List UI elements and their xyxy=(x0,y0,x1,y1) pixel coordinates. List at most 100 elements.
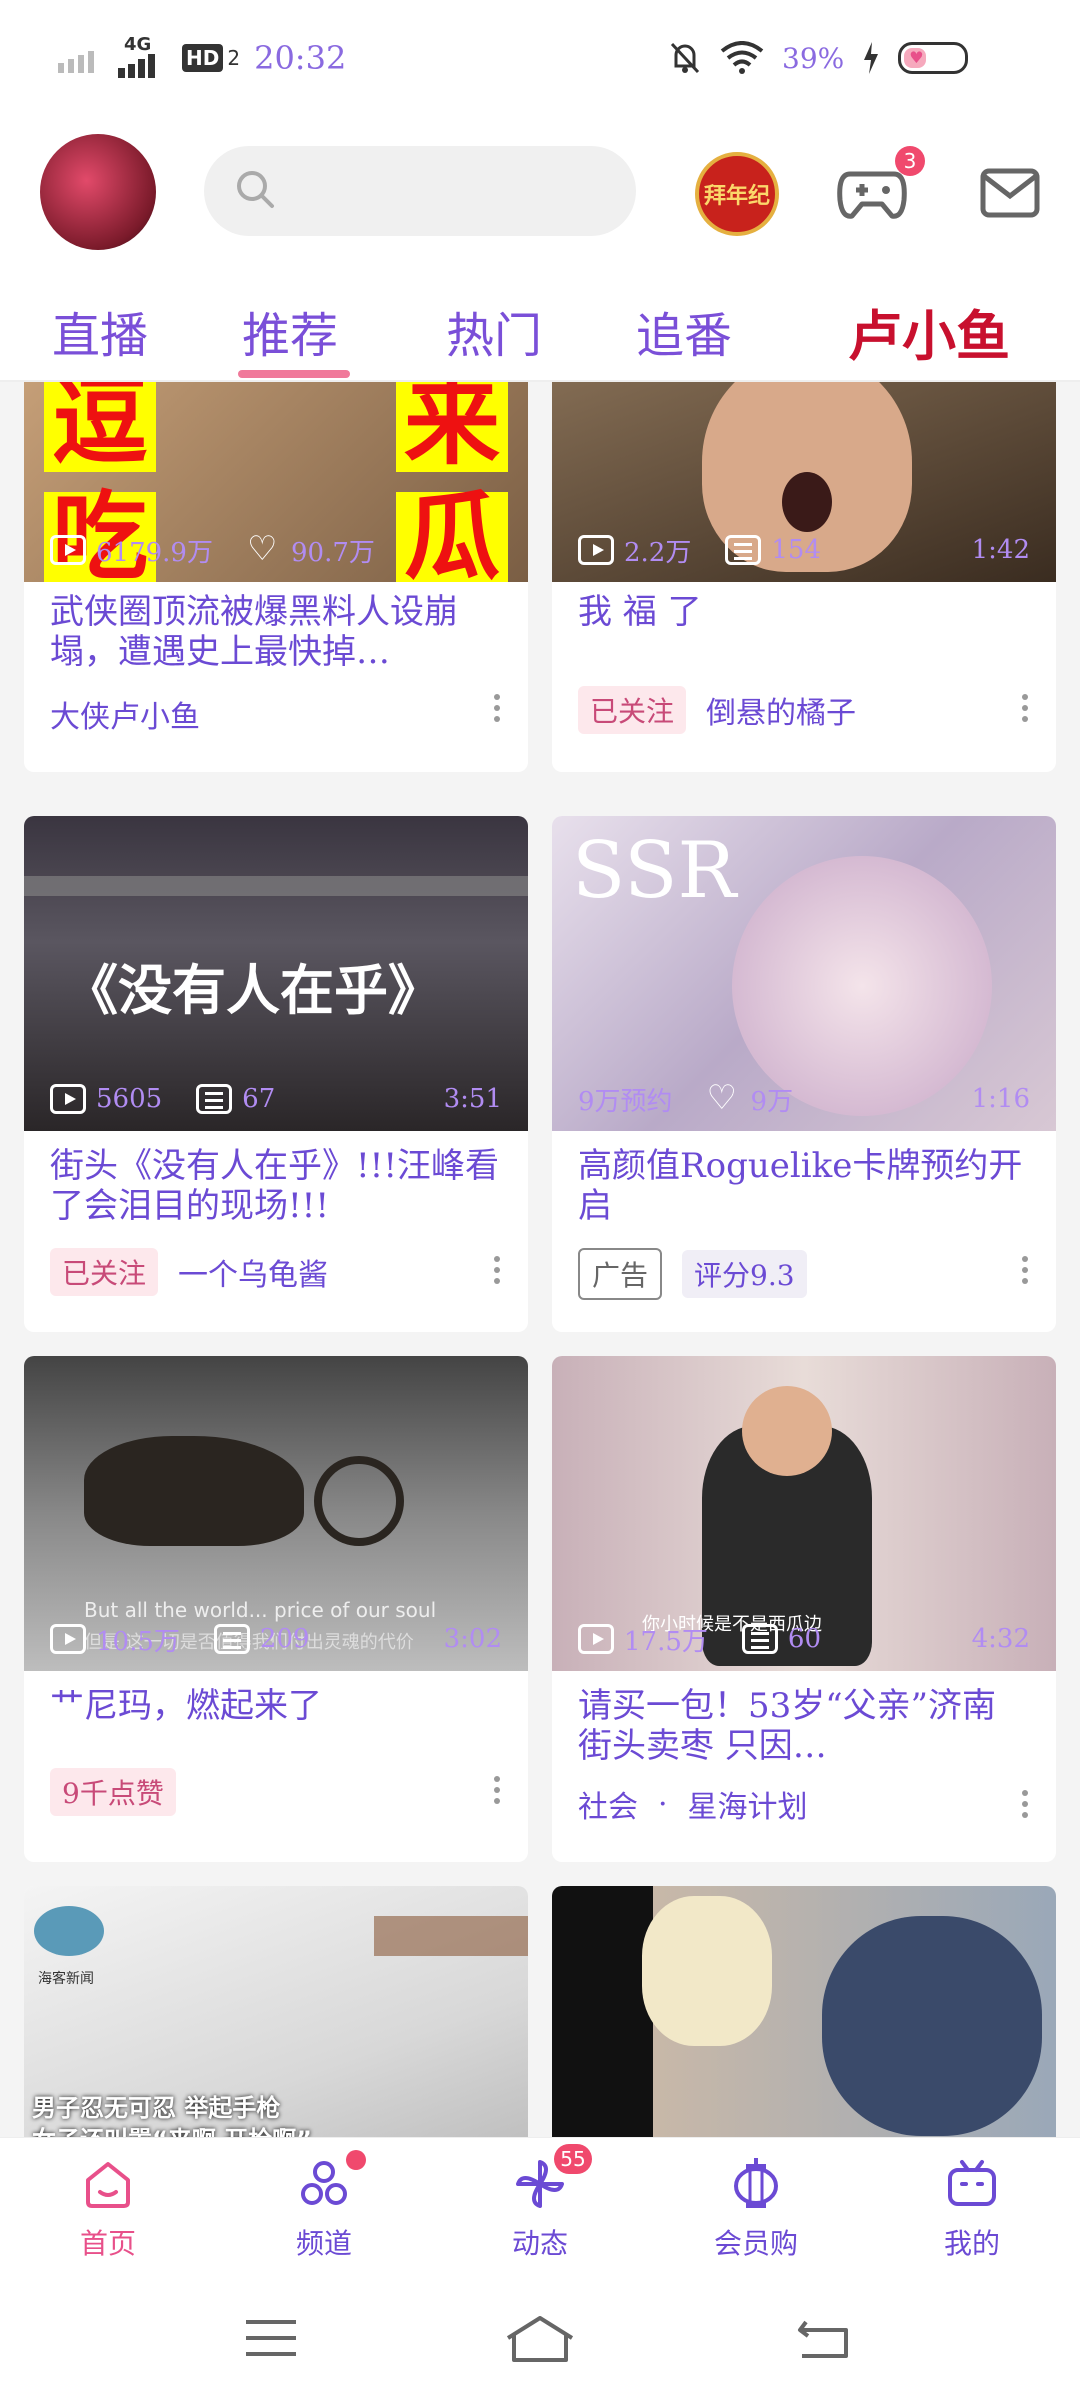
nav-dynamic[interactable]: 动态 55 xyxy=(470,2144,610,2262)
like-count: 90.7万 xyxy=(290,537,375,568)
tab-anime[interactable]: 追番 xyxy=(636,296,732,366)
nav-member-shop[interactable]: 会员购 xyxy=(686,2156,826,2262)
home-nav-icon[interactable] xyxy=(504,2316,576,2362)
new-year-gala-button[interactable]: 拜年纪 xyxy=(695,152,779,236)
thumbnail-stats: 6179.9万 ♡ 90.7万 xyxy=(24,518,528,582)
followed-tag: 已关注 xyxy=(578,686,687,734)
play-count: 2.2万 xyxy=(624,537,692,568)
video-title[interactable]: 我 福 了 xyxy=(578,592,1028,632)
status-right: 39% ♥ xyxy=(668,40,969,76)
more-options-icon[interactable] xyxy=(1022,1790,1030,1820)
thumbnail-cartoon-cat xyxy=(822,1916,1042,2136)
back-icon[interactable] xyxy=(796,2316,852,2360)
video-card[interactable]: 你小时候是不是西瓜边 17.5万 60 4:32 请买一包！53岁“父亲”济南街… xyxy=(552,1356,1056,1862)
video-card[interactable]: 《没有人在乎》 5605 67 3:51 街头《没有人在乎》!!!汪峰看了会泪目… xyxy=(24,816,528,1332)
category-label[interactable]: 社会 xyxy=(578,1782,638,1826)
likes-tag: 9千点赞 xyxy=(50,1768,176,1816)
danmaku-icon xyxy=(741,1624,778,1654)
danmaku-count: 67 xyxy=(242,1084,276,1114)
thumbnail-caption: 女子还叫嚣“来啊 开枪啊” xyxy=(32,2120,312,2137)
play-count: 10.5万 xyxy=(96,1626,180,1657)
thumbnail-stats: 5605 67 3:51 xyxy=(24,1067,528,1131)
signal-weak-icon xyxy=(58,51,94,73)
danmaku-count: 60 xyxy=(787,1624,821,1654)
category-tabs: 直播 推荐 热门 追番 卢小鱼 xyxy=(0,262,1080,382)
search-icon xyxy=(237,171,274,208)
video-duration: 3:51 xyxy=(443,1084,502,1114)
video-thumbnail: 逗 来 吃 瓜 6179.9万 ♡ 90.7万 xyxy=(24,382,528,585)
uploader-name[interactable]: 大侠卢小鱼 xyxy=(50,692,200,736)
separator-dot: · xyxy=(658,1786,668,1822)
thumbnail-stats: 17.5万 60 4:32 xyxy=(552,1607,1056,1671)
ad-tag: 广告 xyxy=(578,1248,663,1300)
like-icon: ♡ xyxy=(246,529,278,569)
play-count-icon xyxy=(50,535,86,565)
lantern-icon xyxy=(734,2158,778,2208)
uploader-name[interactable]: 星海计划 xyxy=(688,1782,808,1826)
tab-recommend[interactable]: 推荐 xyxy=(242,296,338,366)
more-options-icon[interactable] xyxy=(494,694,502,724)
tab-live[interactable]: 直播 xyxy=(52,296,148,366)
card-footer: 社会 · 星海计划 xyxy=(578,1782,808,1826)
ad-title[interactable]: 高颜值Roguelike卡牌预约开启 xyxy=(578,1146,1028,1226)
news-logo-icon xyxy=(34,1906,104,1956)
new-year-label: 拜年纪 xyxy=(703,184,770,209)
play-count-icon xyxy=(578,1624,614,1654)
nav-mine-label: 我的 xyxy=(943,2227,1000,2260)
video-title[interactable]: 请买一包！53岁“父亲”济南街头卖枣 只因… xyxy=(578,1686,1028,1766)
status-left: 4G HD 2 20:32 xyxy=(58,34,346,78)
channels-icon xyxy=(301,2161,347,2205)
tab-brand[interactable]: 卢小鱼 xyxy=(848,292,1010,371)
card-footer: 已关注 一个乌龟酱 xyxy=(50,1248,328,1296)
danmaku-count: 209 xyxy=(259,1624,310,1654)
video-card[interactable]: 海客新闻 男子忍无可忍 举起手枪 女子还叫嚣“来啊 开枪啊” xyxy=(24,1886,528,2137)
nav-mine[interactable]: 我的 xyxy=(902,2156,1042,2262)
video-card[interactable]: 逗 来 吃 瓜 6179.9万 ♡ 90.7万 武侠圈顶流被爆黑料人设崩塌，遭遇… xyxy=(24,382,528,772)
tab-hot[interactable]: 热门 xyxy=(446,296,542,366)
nav-home[interactable]: 首页 xyxy=(38,2156,178,2262)
search-input[interactable] xyxy=(204,146,636,236)
tab-indicator xyxy=(238,370,350,378)
like-icon: ♡ xyxy=(706,1078,738,1118)
thumbnail-wheel xyxy=(314,1456,404,1546)
video-thumbnail xyxy=(552,1886,1056,2137)
thumbnail-text: 《没有人在乎》 xyxy=(64,958,442,1022)
video-title[interactable]: 街头《没有人在乎》!!!汪峰看了会泪目的现场!!! xyxy=(50,1146,500,1226)
menu-icon[interactable] xyxy=(244,2316,298,2360)
video-title[interactable]: 武侠圈顶流被爆黑料人设崩塌，遭遇史上最快掉… xyxy=(50,592,500,672)
video-title[interactable]: 艹尼玛，燃起来了 xyxy=(50,1686,500,1726)
play-count: 17.5万 xyxy=(624,1626,708,1657)
thumbnail-text: SSR xyxy=(572,826,737,916)
rating-tag: 评分9.3 xyxy=(682,1250,807,1298)
more-options-icon[interactable] xyxy=(494,1256,502,1286)
more-options-icon[interactable] xyxy=(494,1776,502,1806)
video-card[interactable] xyxy=(552,1886,1056,2137)
ad-card[interactable]: SSR 9万预约 ♡ 9万 1:16 高颜值Roguelike卡牌预约开启 广告… xyxy=(552,816,1056,1332)
bottom-nav: 首页 频道 动态 55 会员购 我的 xyxy=(0,2137,1080,2272)
nav-channels-label: 频道 xyxy=(295,2227,352,2260)
bell-muted-icon xyxy=(670,42,700,74)
avatar[interactable] xyxy=(40,134,156,250)
danmaku-icon xyxy=(196,1084,233,1114)
uploader-name[interactable]: 一个乌龟酱 xyxy=(178,1250,328,1294)
battery-icon: ♥ xyxy=(898,42,969,74)
card-footer: 9千点赞 xyxy=(50,1768,176,1816)
mail-icon[interactable] xyxy=(980,168,1040,218)
video-thumbnail: 《没有人在乎》 5605 67 3:51 xyxy=(24,816,528,1131)
more-options-icon[interactable] xyxy=(1022,694,1030,724)
like-count: 9万 xyxy=(750,1086,794,1117)
uploader-name[interactable]: 倒悬的橘子 xyxy=(706,688,856,732)
nav-channels[interactable]: 频道 xyxy=(254,2150,394,2262)
card-footer: 已关注 倒悬的橘子 xyxy=(578,686,856,734)
wifi-icon xyxy=(720,41,764,74)
nav-home-label: 首页 xyxy=(79,2227,136,2260)
thumbnail-anime-character xyxy=(642,1896,772,2046)
more-options-icon[interactable] xyxy=(1022,1256,1030,1286)
signal-4g-icon: 4G xyxy=(118,34,168,78)
thumbnail-stats: 2.2万 154 1:42 xyxy=(552,518,1056,582)
video-duration: 1:42 xyxy=(971,535,1030,565)
video-feed[interactable]: 逗 来 吃 瓜 6179.9万 ♡ 90.7万 武侠圈顶流被爆黑料人设崩塌，遭遇… xyxy=(0,382,1080,2137)
video-card[interactable]: But all the world... price of our soul 但… xyxy=(24,1356,528,1862)
video-card[interactable]: 2.2万 154 1:42 我 福 了 已关注 倒悬的橘子 xyxy=(552,382,1056,772)
thumbnail-face xyxy=(742,1386,832,1476)
